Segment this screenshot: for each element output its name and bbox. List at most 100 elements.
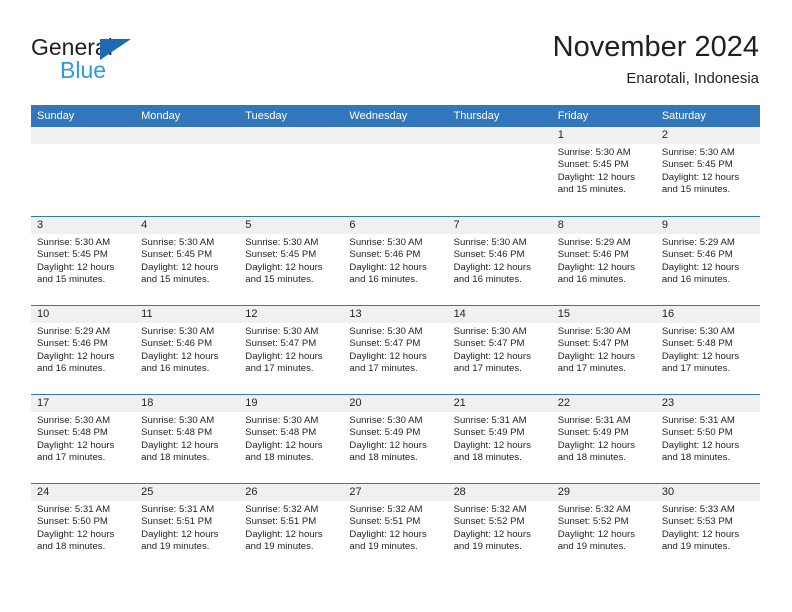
daylight-text-line2: and 18 minutes.	[37, 540, 106, 552]
calendar-day-cell-empty	[31, 127, 136, 216]
calendar-day-cell[interactable]: 30 Sunrise: 5:33 AM Sunset: 5:53 PM Dayligh…	[655, 484, 760, 572]
calendar-day-cell[interactable]: 29 Sunrise: 5:32 AM Sunset: 5:52 PM Dayligh…	[551, 484, 656, 572]
day-number: 10	[31, 306, 136, 323]
sunrise-text: Sunrise: 5:31 AM	[37, 504, 111, 515]
daylight-text-line1: Daylight: 12 hours	[661, 528, 740, 540]
sunrise-text: Sunrise: 5:32 AM	[453, 504, 527, 515]
daylight-text-line1: Daylight: 12 hours	[557, 171, 636, 183]
day-details: Sunrise: 5:32 AM Sunset: 5:52 PM Daylight:…	[448, 501, 552, 553]
calendar-day-cell[interactable]: 25 Sunrise: 5:31 AM Sunset: 5:51 PM Dayligh…	[135, 484, 240, 572]
daylight-text-line1: Daylight: 12 hours	[661, 439, 740, 451]
calendar-day-cell[interactable]: 18 Sunrise: 5:30 AM Sunset: 5:48 PM Dayligh…	[135, 395, 240, 483]
daylight-text-line1: Daylight: 12 hours	[141, 439, 219, 451]
calendar-day-cell[interactable]: 4 Sunrise: 5:30 AM Sunset: 5:45 PM Daylight…	[135, 217, 240, 305]
sunrise-text: Sunrise: 5:30 AM	[245, 237, 319, 248]
day-number: 9	[655, 217, 760, 234]
daylight-text-line2: and 15 minutes.	[37, 273, 106, 285]
day-number	[343, 127, 448, 144]
day-details: Sunrise: 5:30 AM Sunset: 5:45 PM Daylight:…	[31, 234, 135, 286]
day-details: Sunrise: 5:30 AM Sunset: 5:47 PM Daylight:…	[552, 323, 656, 375]
daylight-text-line2: and 16 minutes.	[141, 362, 210, 374]
sunset-text: Sunset: 5:50 PM	[37, 516, 108, 528]
calendar-day-cell[interactable]: 6 Sunrise: 5:30 AM Sunset: 5:46 PM Daylight…	[343, 217, 448, 305]
day-number: 20	[343, 395, 448, 412]
sunset-text: Sunset: 5:45 PM	[37, 249, 108, 261]
day-number: 4	[135, 217, 240, 234]
day-details: Sunrise: 5:30 AM Sunset: 5:48 PM Daylight:…	[31, 412, 135, 464]
calendar-day-cell[interactable]: 10 Sunrise: 5:29 AM Sunset: 5:46 PM Dayligh…	[31, 306, 136, 394]
daylight-text-line2: and 17 minutes.	[557, 362, 626, 374]
daylight-text-line2: and 19 minutes.	[453, 540, 522, 552]
calendar-day-cell-empty	[239, 127, 344, 216]
day-details: Sunrise: 5:31 AM Sunset: 5:50 PM Daylight:…	[31, 501, 135, 553]
calendar-day-cell[interactable]: 28 Sunrise: 5:32 AM Sunset: 5:52 PM Dayligh…	[447, 484, 552, 572]
calendar-day-cell[interactable]: 14 Sunrise: 5:30 AM Sunset: 5:47 PM Dayligh…	[447, 306, 552, 394]
daylight-text-line1: Daylight: 12 hours	[661, 350, 740, 362]
day-number: 13	[343, 306, 448, 323]
day-details: Sunrise: 5:30 AM Sunset: 5:48 PM Daylight:…	[135, 412, 239, 464]
day-number: 6	[343, 217, 448, 234]
daylight-text-line1: Daylight: 12 hours	[557, 350, 636, 362]
calendar-day-cell[interactable]: 7 Sunrise: 5:30 AM Sunset: 5:46 PM Daylight…	[447, 217, 552, 305]
calendar-day-cell[interactable]: 15 Sunrise: 5:30 AM Sunset: 5:47 PM Dayligh…	[551, 306, 656, 394]
sunset-text: Sunset: 5:47 PM	[557, 338, 629, 350]
weekday-header-thursday: Thursday	[453, 110, 500, 122]
daylight-text-line2: and 16 minutes.	[557, 273, 626, 285]
sunset-text: Sunset: 5:50 PM	[661, 427, 733, 439]
calendar-day-cell[interactable]: 13 Sunrise: 5:30 AM Sunset: 5:47 PM Dayligh…	[343, 306, 448, 394]
day-number: 19	[239, 395, 344, 412]
daylight-text-line2: and 19 minutes.	[245, 540, 314, 552]
sunrise-text: Sunrise: 5:30 AM	[37, 237, 111, 248]
sunset-text: Sunset: 5:46 PM	[557, 249, 629, 261]
sunrise-text: Sunrise: 5:31 AM	[141, 504, 215, 515]
calendar-day-cell[interactable]: 11 Sunrise: 5:30 AM Sunset: 5:46 PM Dayligh…	[135, 306, 240, 394]
calendar-week-row: 10 Sunrise: 5:29 AM Sunset: 5:46 PM Dayligh…	[31, 305, 760, 394]
calendar-day-cell[interactable]: 26 Sunrise: 5:32 AM Sunset: 5:51 PM Dayligh…	[239, 484, 344, 572]
calendar-day-cell[interactable]: 3 Sunrise: 5:30 AM Sunset: 5:45 PM Daylight…	[31, 217, 136, 305]
sunrise-text: Sunrise: 5:30 AM	[557, 147, 631, 158]
calendar-day-cell[interactable]: 8 Sunrise: 5:29 AM Sunset: 5:46 PM Daylight…	[551, 217, 656, 305]
day-number	[31, 127, 136, 144]
calendar-day-cell[interactable]: 22 Sunrise: 5:31 AM Sunset: 5:49 PM Dayligh…	[551, 395, 656, 483]
sunset-text: Sunset: 5:52 PM	[557, 516, 629, 528]
calendar-day-cell[interactable]: 21 Sunrise: 5:31 AM Sunset: 5:49 PM Dayligh…	[447, 395, 552, 483]
daylight-text-line2: and 18 minutes.	[349, 451, 418, 463]
calendar-week-row: 24 Sunrise: 5:31 AM Sunset: 5:50 PM Dayligh…	[31, 483, 760, 572]
calendar-day-cell[interactable]: 27 Sunrise: 5:32 AM Sunset: 5:51 PM Dayligh…	[343, 484, 448, 572]
sunset-text: Sunset: 5:49 PM	[453, 427, 525, 439]
sunrise-text: Sunrise: 5:31 AM	[661, 415, 735, 426]
daylight-text-line1: Daylight: 12 hours	[245, 528, 323, 540]
daylight-text-line2: and 19 minutes.	[557, 540, 626, 552]
day-number: 21	[447, 395, 552, 412]
daylight-text-line2: and 18 minutes.	[245, 451, 314, 463]
calendar-day-cell[interactable]: 19 Sunrise: 5:30 AM Sunset: 5:48 PM Dayligh…	[239, 395, 344, 483]
daylight-text-line1: Daylight: 12 hours	[557, 528, 636, 540]
sunrise-text: Sunrise: 5:30 AM	[453, 326, 527, 337]
calendar-day-cell[interactable]: 9 Sunrise: 5:29 AM Sunset: 5:46 PM Daylight…	[655, 217, 760, 305]
day-details: Sunrise: 5:30 AM Sunset: 5:46 PM Daylight:…	[343, 234, 447, 286]
calendar-day-cell[interactable]: 1 Sunrise: 5:30 AM Sunset: 5:45 PM Daylight…	[551, 127, 656, 216]
calendar-day-cell[interactable]: 17 Sunrise: 5:30 AM Sunset: 5:48 PM Dayligh…	[31, 395, 136, 483]
sunrise-text: Sunrise: 5:30 AM	[661, 147, 735, 158]
calendar-day-cell[interactable]: 16 Sunrise: 5:30 AM Sunset: 5:48 PM Dayligh…	[655, 306, 760, 394]
daylight-text-line1: Daylight: 12 hours	[37, 261, 115, 273]
calendar-day-cell[interactable]: 24 Sunrise: 5:31 AM Sunset: 5:50 PM Dayligh…	[31, 484, 136, 572]
day-details: Sunrise: 5:31 AM Sunset: 5:49 PM Daylight:…	[448, 412, 552, 464]
calendar-day-cell[interactable]: 20 Sunrise: 5:30 AM Sunset: 5:49 PM Dayligh…	[343, 395, 448, 483]
page-title: November 2024	[552, 31, 759, 63]
sunrise-text: Sunrise: 5:30 AM	[349, 237, 423, 248]
daylight-text-line2: and 16 minutes.	[661, 273, 731, 285]
general-blue-logo: General Blue	[31, 34, 251, 90]
calendar-day-cell[interactable]: 2 Sunrise: 5:30 AM Sunset: 5:45 PM Daylight…	[655, 127, 760, 216]
calendar-day-cell[interactable]: 5 Sunrise: 5:30 AM Sunset: 5:45 PM Daylight…	[239, 217, 344, 305]
calendar-day-cell[interactable]: 23 Sunrise: 5:31 AM Sunset: 5:50 PM Dayligh…	[655, 395, 760, 483]
daylight-text-line2: and 17 minutes.	[661, 362, 731, 374]
daylight-text-line1: Daylight: 12 hours	[453, 350, 531, 362]
sunrise-text: Sunrise: 5:29 AM	[661, 237, 735, 248]
sunrise-text: Sunrise: 5:31 AM	[453, 415, 527, 426]
day-number: 15	[551, 306, 656, 323]
day-details: Sunrise: 5:30 AM Sunset: 5:45 PM Daylight:…	[135, 234, 239, 286]
calendar-day-cell[interactable]: 12 Sunrise: 5:30 AM Sunset: 5:47 PM Dayligh…	[239, 306, 344, 394]
title-block: November 2024 Enarotali, Indonesia	[553, 30, 759, 88]
weekday-header-friday: Friday	[557, 110, 589, 122]
